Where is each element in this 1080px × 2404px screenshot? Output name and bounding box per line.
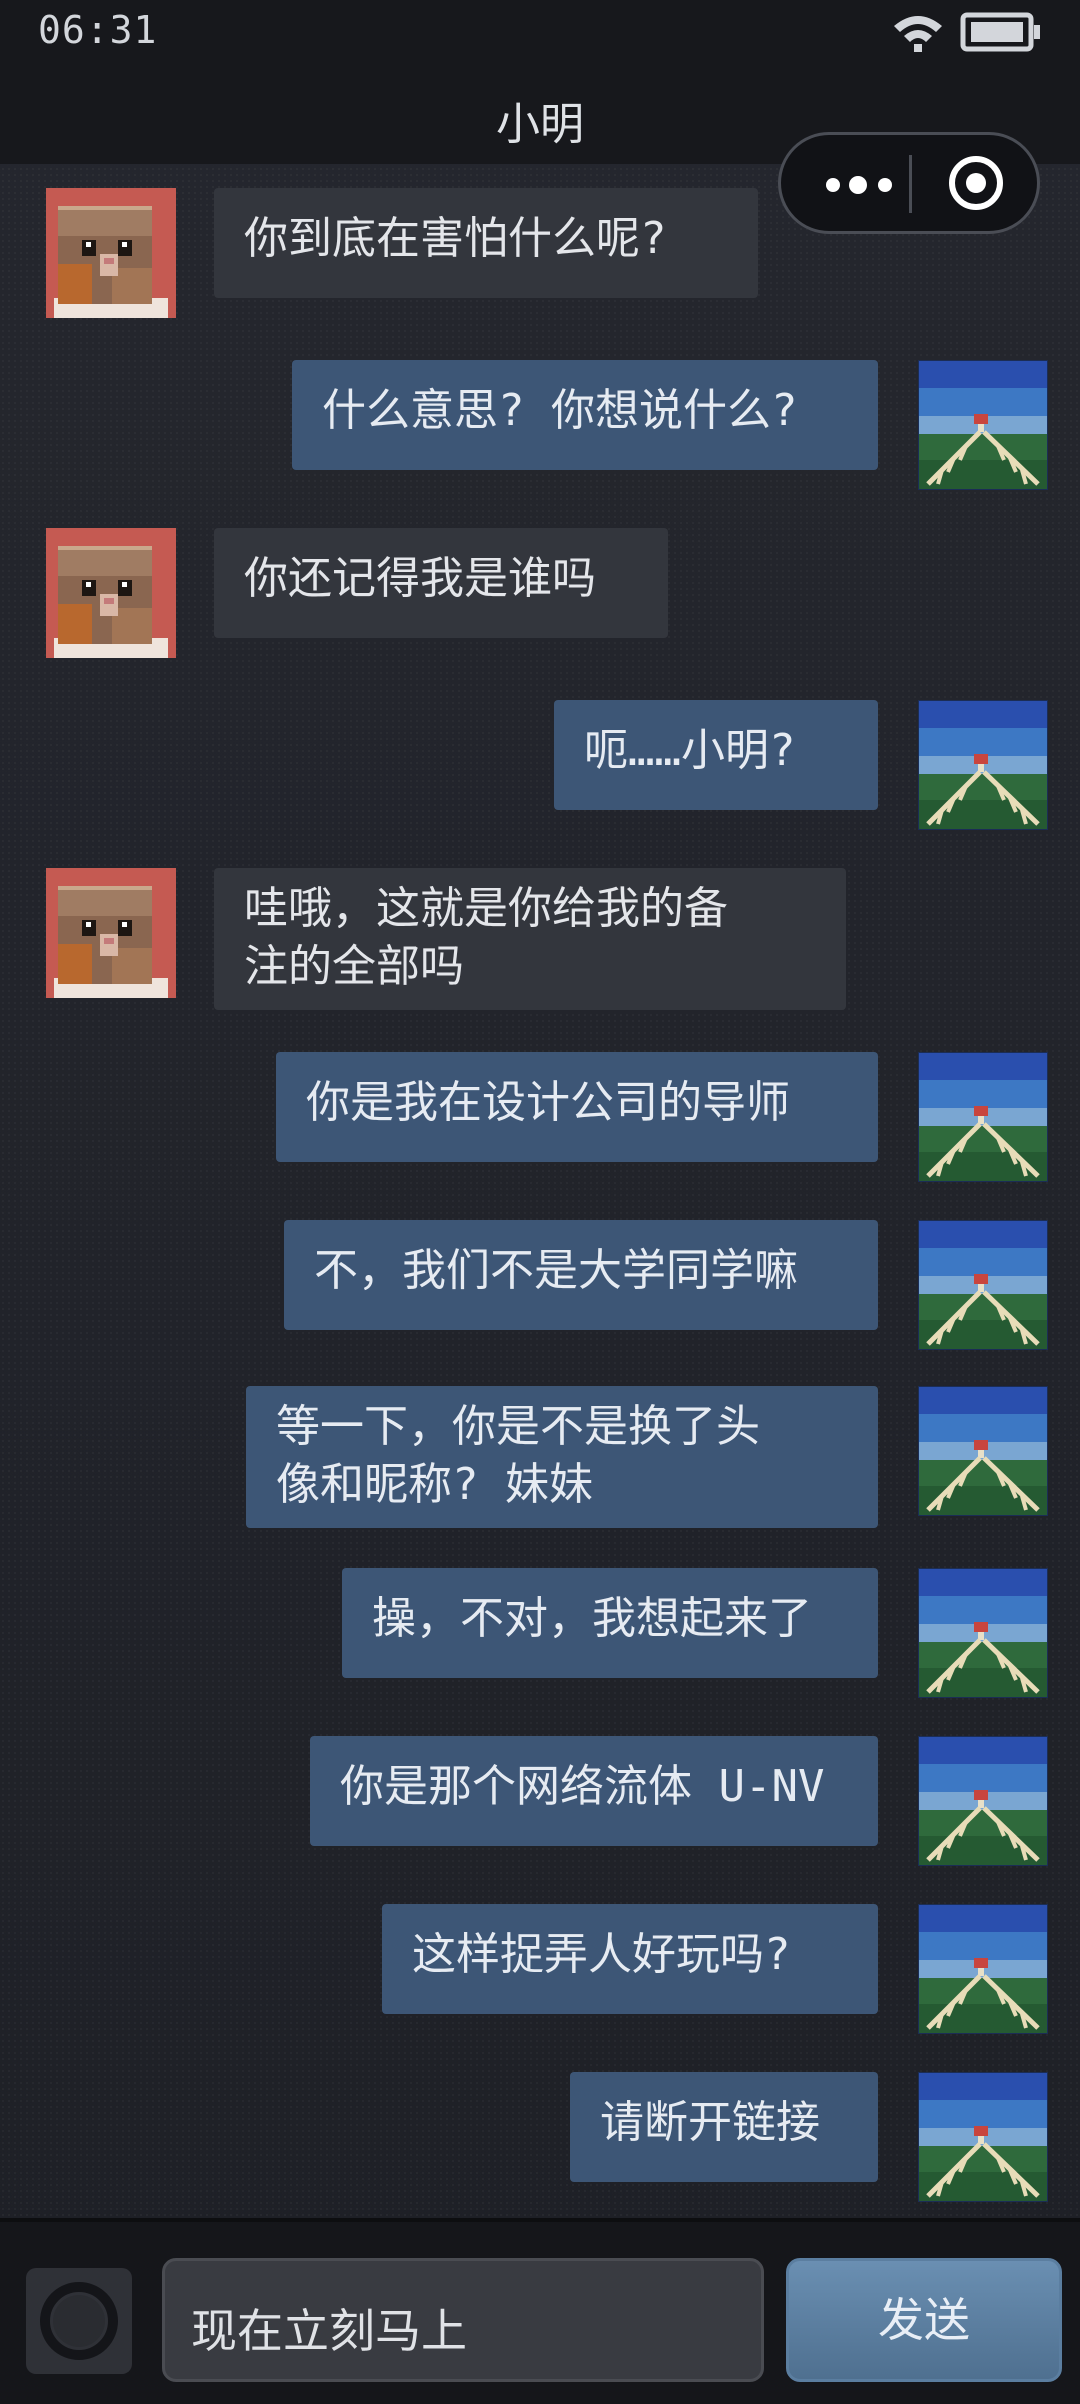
message-bubble-outgoing[interactable]: 请断开链接 — [570, 2072, 878, 2182]
camera-button[interactable] — [26, 2268, 132, 2374]
capsule-menu — [778, 132, 1040, 234]
message-bubble-outgoing[interactable]: 等一下，你是不是换了头 像和昵称? 妹妹 — [246, 1386, 878, 1528]
cat-avatar-icon[interactable] — [46, 188, 176, 318]
landscape-avatar-icon[interactable] — [918, 1736, 1048, 1866]
message-input[interactable]: 现在立刻马上 — [162, 2258, 764, 2382]
message-bubble-incoming[interactable]: 你到底在害怕什么呢? — [214, 188, 758, 298]
status-bar: 06:31 — [0, 0, 1080, 64]
more-icon[interactable] — [819, 171, 899, 199]
landscape-avatar-icon[interactable] — [918, 1386, 1048, 1516]
camera-icon — [26, 2282, 132, 2378]
message-bubble-outgoing[interactable]: 这样捉弄人好玩吗? — [382, 1904, 878, 2014]
message-bubble-outgoing[interactable]: 什么意思? 你想说什么? — [292, 360, 878, 470]
message-line: 像和昵称? 妹妹 — [276, 1459, 593, 1510]
message-bubble-outgoing[interactable]: 你是我在设计公司的导师 — [276, 1052, 878, 1162]
capsule-divider — [909, 155, 912, 213]
message-bubble-outgoing[interactable]: 不，我们不是大学同学嘛 — [284, 1220, 878, 1330]
landscape-avatar-icon[interactable] — [918, 1220, 1048, 1350]
message-bubble-outgoing[interactable]: 呃……小明? — [554, 700, 878, 810]
status-time: 06:31 — [38, 8, 158, 52]
landscape-avatar-icon[interactable] — [918, 1904, 1048, 2034]
message-line: 哇哦，这就是你给我的备 — [244, 883, 728, 934]
landscape-avatar-icon[interactable] — [918, 1052, 1048, 1182]
message-line: 注的全部吗 — [244, 941, 464, 992]
message-line: 等一下，你是不是换了头 — [276, 1401, 760, 1452]
landscape-avatar-icon[interactable] — [918, 1568, 1048, 1698]
send-button[interactable]: 发送 — [786, 2258, 1062, 2382]
message-bubble-outgoing[interactable]: 操，不对，我想起来了 — [342, 1568, 878, 1678]
landscape-avatar-icon[interactable] — [918, 700, 1048, 830]
message-bubble-outgoing[interactable]: 你是那个网络流体 U-NV — [310, 1736, 878, 1846]
message-bubble-incoming[interactable]: 哇哦，这就是你给我的备 注的全部吗 — [214, 868, 846, 1010]
cat-avatar-icon[interactable] — [46, 528, 176, 658]
battery-icon — [960, 12, 1042, 56]
message-bubble-incoming[interactable]: 你还记得我是谁吗 — [214, 528, 668, 638]
landscape-avatar-icon[interactable] — [918, 360, 1048, 490]
wifi-icon — [890, 12, 946, 56]
close-miniprogram-icon[interactable] — [946, 153, 1006, 213]
composer-bar: 现在立刻马上 发送 — [0, 2218, 1080, 2404]
landscape-avatar-icon[interactable] — [918, 2072, 1048, 2202]
cat-avatar-icon[interactable] — [46, 868, 176, 998]
